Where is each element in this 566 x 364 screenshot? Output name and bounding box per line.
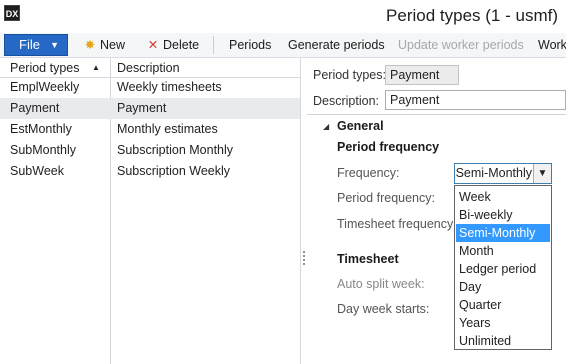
update-worker-periods-button[interactable]: Update worker periods [398, 33, 524, 57]
table-row[interactable]: SubWeek Subscription Weekly [0, 161, 300, 182]
new-button[interactable]: ✸ New [83, 33, 125, 57]
day-week-starts-label: Day week starts: [337, 302, 430, 316]
dropdown-option-month[interactable]: Month [456, 242, 550, 260]
auto-split-week-label: Auto split week: [337, 277, 425, 291]
dropdown-option-week[interactable]: Week [456, 188, 550, 206]
file-label: File [19, 37, 40, 52]
period-frequency-group-title: Period frequency [337, 140, 440, 154]
description-cell: Subscription Weekly [117, 164, 231, 178]
periods-button[interactable]: Periods [229, 33, 271, 57]
dropdown-option-ledger-period[interactable]: Ledger period [456, 260, 550, 278]
period-type-cell: Payment [10, 101, 60, 115]
table-row[interactable]: EstMonthly Monthly estimates [0, 119, 300, 140]
new-star-icon: ✸ [84, 38, 96, 52]
description-cell: Payment [117, 101, 167, 115]
generate-periods-button[interactable]: Generate periods [288, 33, 385, 57]
delete-button[interactable]: ✕ Delete [146, 33, 199, 57]
action-pane: File ▼ ✸ New ✕ Delete Periods Generate per… [0, 33, 566, 58]
description-field[interactable]: Payment [385, 90, 566, 110]
window-title: Period types (1 - usmf) [386, 6, 558, 25]
period-type-cell: SubMonthly [10, 143, 77, 157]
chevron-down-icon[interactable]: ▼ [533, 164, 551, 183]
general-fasttab-header[interactable]: General [337, 119, 384, 133]
collapse-triangle-icon[interactable]: ◢ [323, 122, 329, 131]
period-type-cell: EmplWeekly [10, 80, 80, 94]
dropdown-option-semi-monthly[interactable]: Semi-Monthly [456, 224, 550, 242]
period-frequency-label: Period frequency: [337, 191, 435, 205]
frequency-value: Semi-Monthly [456, 166, 532, 180]
delete-x-icon: ✕ [147, 38, 159, 52]
column-header-description[interactable]: Description [117, 58, 180, 77]
frequency-combobox[interactable]: Semi-Monthly ▼ [454, 163, 552, 184]
dropdown-option-day[interactable]: Day [456, 278, 550, 296]
description-cell: Monthly estimates [117, 122, 218, 136]
column-header-period-types[interactable]: Period types [10, 58, 79, 77]
chevron-down-icon: ▼ [50, 40, 59, 50]
pane-splitter-handle[interactable] [302, 250, 306, 266]
delete-label: Delete [163, 38, 200, 52]
fasttab-divider [307, 114, 566, 115]
table-row[interactable]: SubMonthly Subscription Monthly [0, 140, 300, 161]
timesheet-group-title: Timesheet [337, 252, 399, 266]
dropdown-option-years[interactable]: Years [456, 314, 550, 332]
new-label: New [100, 38, 126, 52]
workers-button[interactable]: Work [538, 33, 566, 57]
period-types-label: Period types: [313, 68, 386, 82]
table-row-selected[interactable]: Payment Payment [0, 98, 300, 119]
grid-header: Period types ▲ Description [0, 58, 300, 78]
period-types-grid: Period types ▲ Description EmplWeekly We… [0, 58, 301, 364]
ribbon-divider [213, 36, 214, 54]
app-icon: DX [4, 5, 20, 21]
dropdown-option-bi-weekly[interactable]: Bi-weekly [456, 206, 550, 224]
period-type-cell: EstMonthly [10, 122, 72, 136]
description-cell: Weekly timesheets [117, 80, 222, 94]
period-type-cell: SubWeek [10, 164, 64, 178]
frequency-dropdown-list: Week Bi-weekly Semi-Monthly Month Ledger… [454, 185, 552, 350]
description-cell: Subscription Monthly [117, 143, 234, 157]
dropdown-option-unlimited[interactable]: Unlimited [456, 332, 550, 350]
file-menu-button[interactable]: File ▼ [4, 34, 68, 56]
timesheet-frequency-label: Timesheet frequency: [337, 217, 457, 231]
sort-ascending-icon: ▲ [92, 63, 100, 72]
period-types-field[interactable]: Payment [385, 65, 459, 85]
frequency-label: Frequency: [337, 166, 400, 180]
title-bar: DX Period types (1 - usmf) [0, 0, 566, 34]
dropdown-option-quarter[interactable]: Quarter [456, 296, 550, 314]
table-row[interactable]: EmplWeekly Weekly timesheets [0, 77, 300, 98]
description-label: Description: [313, 94, 379, 108]
